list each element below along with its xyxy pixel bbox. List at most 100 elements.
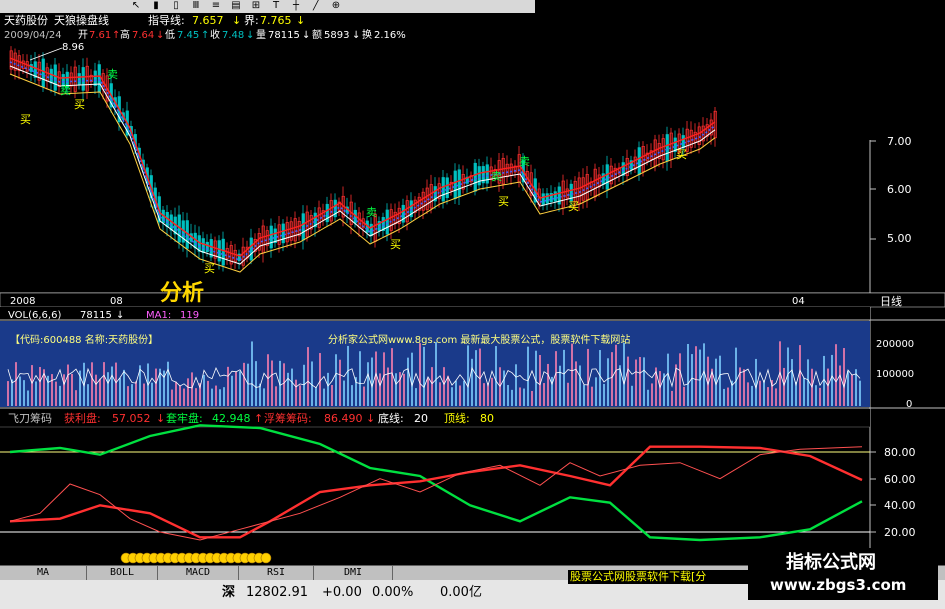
candle-body [205,241,209,252]
bound-value: 7.765 [260,14,292,27]
buy-marker: 买 [390,238,401,251]
candle-body [665,134,669,162]
toolbar: ↖ ▮ ▯ Ⅲ ≡ ▤ ⊞ T ┼ ╱ ⊕ [0,0,535,14]
float-value: 86.490 [324,412,363,425]
market-label: 深 [222,585,236,600]
close-label: 收 [210,30,220,41]
bottom-line-label: 底线: [378,412,404,425]
open-value: 7.61 [89,30,112,41]
chip-title: 飞刀筹码 [8,412,52,425]
sell-marker: 卖 [107,68,118,81]
bar-icon[interactable]: ▯ [170,0,182,12]
volume-ma-value: 119 [180,310,200,321]
quote-info-bar: 天药股份 天狼操盘线 指导线: 7.657 ↓ 界: 7.765 ↓ 2009/… [0,13,535,43]
float-label: 浮筹筹码: [264,412,312,425]
vol-label: 量 [256,30,266,41]
indicator-name: 天狼操盘线 [54,14,109,27]
bottom-line-value: 20 [414,412,428,425]
pointer-icon[interactable]: ↖ [130,0,142,12]
candle-body [541,193,545,206]
candle-body [385,209,389,235]
chip-axis-tick: 40.00 [884,499,916,512]
kline-icon[interactable]: ▮ [150,0,162,12]
turnover-label: 换 [362,30,372,41]
index-pct: 0.00% [372,585,414,600]
chip-axis-tick: 20.00 [884,526,916,539]
guide-down-icon: ↓ [232,14,242,27]
top-line-value: 80 [480,412,494,425]
chart-icon[interactable]: ▤ [230,0,242,12]
float-chip-line [9,446,863,541]
bound-down-icon: ↓ [296,14,306,27]
volume-ma-label: MA1: [146,310,172,321]
period-label[interactable]: 日线 [880,295,902,308]
chip-coin-marker [260,552,272,564]
trap-value: 42.948 [212,412,251,425]
price-axis-tick: 6.00 [887,183,912,196]
zoom-icon[interactable]: ⊕ [330,0,342,12]
trap-chip-line [9,424,863,542]
trap-up-icon: ↑ [254,412,264,425]
volume-header-value: 78115 [80,310,112,321]
tab-ma[interactable]: MA [0,566,87,580]
volume-axis-tick: 0 [906,399,913,410]
sell-marker: 卖 [491,170,502,183]
top-line-label: 顶线: [444,412,470,425]
candle-body [41,58,45,87]
volume-header-bg [0,307,870,320]
text-icon[interactable]: T [270,0,282,12]
candle-body [273,228,277,244]
bound-label: 界: [244,14,259,27]
candle-body [221,238,225,266]
candle-body [473,162,477,192]
buy-marker: 买 [74,98,85,111]
candle-body [369,223,373,237]
draw-icon[interactable]: ╱ [310,0,322,12]
tab-dmi[interactable]: DMI [314,566,393,580]
sell-marker: 卖 [366,206,377,219]
price-axis-tick: 5.00 [887,232,912,245]
volume-header-label: VOL(6,6,6) [8,310,62,321]
trap-label: 套牢盘: [166,412,203,425]
amount-value: 5893 [324,30,350,41]
news-ticker-text: 股票公式网股票软件下载[分 [570,570,707,583]
price-panel-top-bg [535,0,945,140]
candle-body [53,64,57,91]
time-axis-label: 04 [792,296,805,307]
profit-chip-line [9,445,863,539]
candle-body [49,68,53,84]
time-axis-year: 2008 [10,296,36,307]
list-icon[interactable]: ≡ [210,0,222,12]
tab-boll[interactable]: BOLL [87,566,158,580]
tab-macd[interactable]: MACD [158,566,239,580]
line-icon[interactable]: Ⅲ [190,0,202,12]
guide-value: 7.657 [192,14,224,27]
buy-marker: 买 [204,262,215,275]
turnover-value: 2.16% [374,30,406,41]
brand-logo: 指标公式网 www.zbgs3.com [748,548,938,600]
candle-body [281,223,285,244]
candle-body [81,67,85,91]
sell-marker: 卖 [60,84,71,97]
sell-marker: 卖 [519,155,530,168]
close-value: 7.48 [222,30,245,41]
news-ticker[interactable]: 股票公式网股票软件下载[分 [568,570,748,584]
tab-rsi[interactable]: RSI [239,566,314,580]
price-axis-tick: 7.00 [887,135,912,148]
profit-label: 获利盘: [64,412,101,425]
profit-value: 57.052 [112,412,151,425]
candle-body [681,135,685,149]
candle-body [553,191,557,202]
grid-icon[interactable]: ⊞ [250,0,262,12]
watermark-text: 分析 [160,281,205,306]
volume-banner-site: 分析家公式网www.8gs.com 最新最大股票公式，股票软件下载网站 [328,335,631,346]
guide-label: 指导线: [148,14,185,27]
buy-marker: 买 [676,148,687,161]
buy-marker: 买 [568,200,579,213]
candle-body [93,70,97,86]
high-label: 高 [120,30,130,41]
index-amount: 0.00亿 [440,585,482,600]
candle-body [453,170,457,199]
buy-marker: 买 [498,195,509,208]
cursor-icon[interactable]: ┼ [290,0,302,12]
